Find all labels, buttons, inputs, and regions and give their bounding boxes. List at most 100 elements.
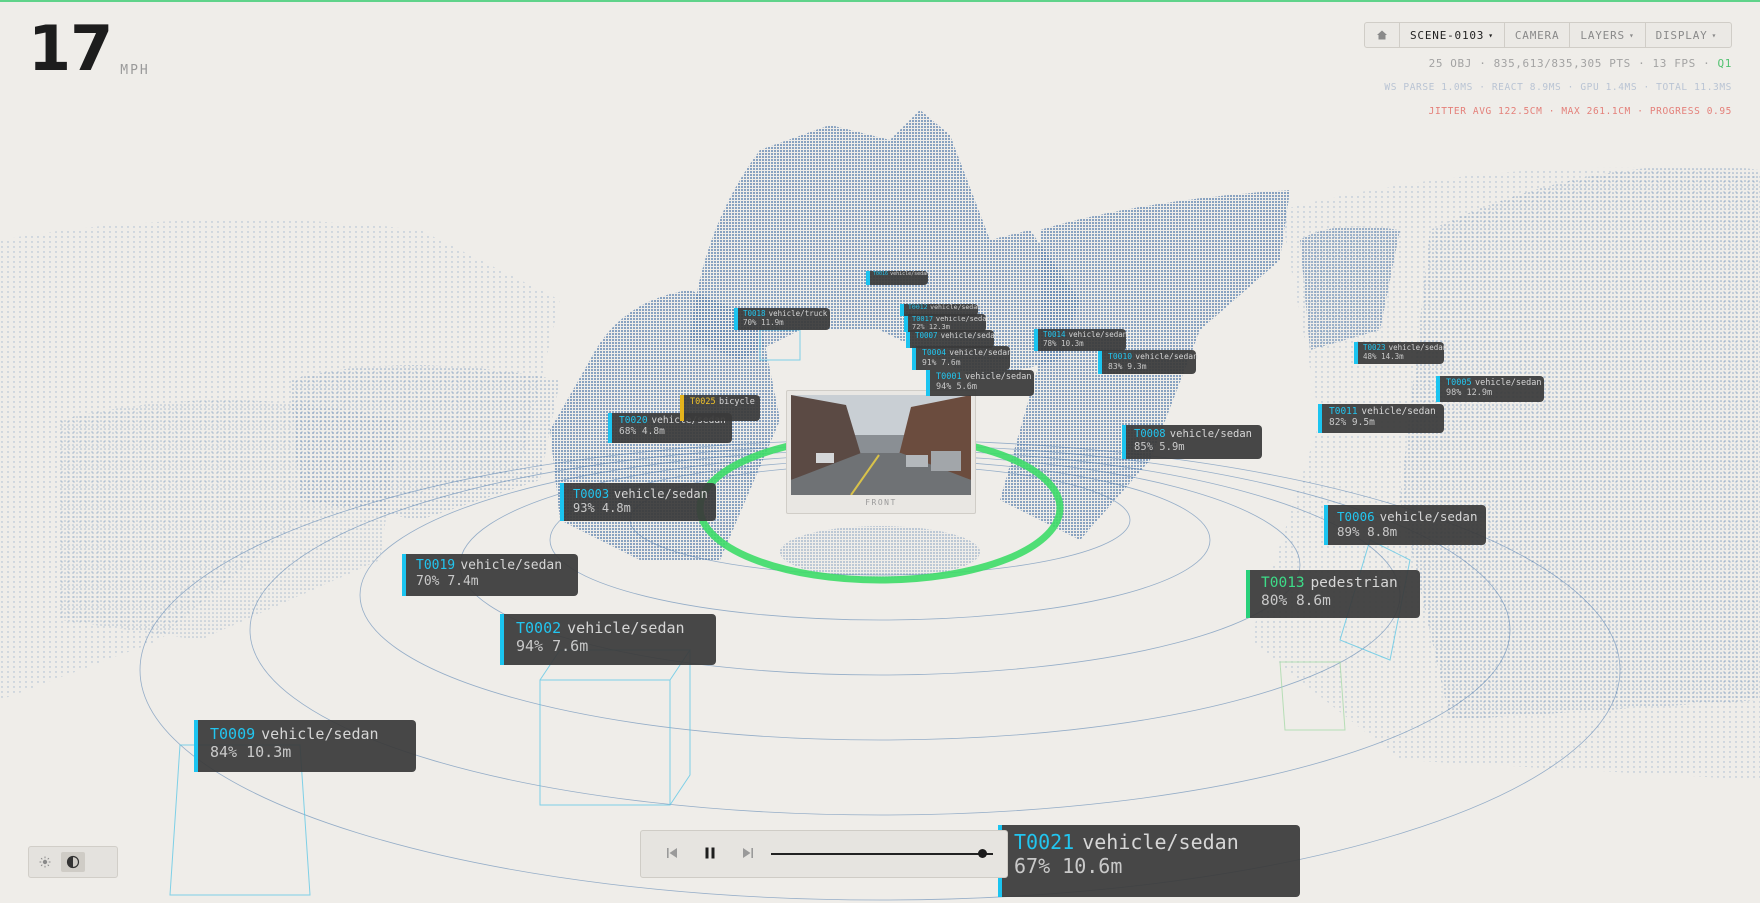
track-confidence: 85% bbox=[1134, 440, 1153, 453]
display-menu-label: DISPLAY bbox=[1655, 28, 1708, 42]
track-distance: 7.6m bbox=[941, 357, 961, 367]
track-label-t0008[interactable]: T0008 vehicle/sedan 85% 5.9m bbox=[1122, 425, 1262, 459]
track-confidence: 98% bbox=[1446, 388, 1462, 399]
scene-stats: 25 OBJ · 835,613/835,305 PTS · 13 FPS · … bbox=[1429, 57, 1732, 70]
track-distance: 10.3m bbox=[246, 743, 292, 761]
track-id: T0007 bbox=[915, 331, 938, 340]
track-id: T0016 bbox=[873, 271, 889, 277]
track-label-t0018[interactable]: T0018 vehicle/truck 70% 11.9m bbox=[734, 308, 830, 330]
pause-icon[interactable] bbox=[701, 844, 719, 862]
track-distance: 10.3m bbox=[1061, 339, 1084, 348]
track-id: T0012 bbox=[908, 303, 928, 311]
layers-menu[interactable]: LAYERS ▾ bbox=[1570, 23, 1646, 47]
track-class: vehicle/sedan bbox=[949, 348, 1012, 357]
track-id: T0004 bbox=[922, 348, 947, 357]
track-confidence: 67% bbox=[1014, 854, 1051, 878]
track-distance: 7.4m bbox=[447, 573, 479, 589]
track-class: vehicle/sedan bbox=[930, 303, 982, 311]
track-id: T0010 bbox=[1108, 352, 1133, 361]
track-label-t0023[interactable]: T0023 vehicle/sedan 48% 14.3m bbox=[1354, 342, 1447, 364]
track-distance: 9.3m bbox=[1127, 361, 1147, 371]
home-button[interactable] bbox=[1365, 23, 1400, 47]
display-menu[interactable]: DISPLAY ▾ bbox=[1646, 23, 1728, 47]
track-class: vehicle/sedan bbox=[1068, 330, 1128, 339]
track-label-t0006[interactable]: T0006 vehicle/sedan 89% 8.8m bbox=[1324, 505, 1486, 545]
contrast-icon[interactable] bbox=[61, 852, 85, 872]
jitter-stats: JITTER AVG 122.5CM · MAX 261.1CM · PROGR… bbox=[1428, 106, 1732, 117]
track-label-t0002[interactable]: T0002 vehicle/sedan 94% 7.6m bbox=[500, 614, 716, 665]
chevron-down-icon: ▾ bbox=[1628, 30, 1635, 40]
track-label-t0012[interactable]: T0012 vehicle/sedan bbox=[900, 303, 982, 316]
track-class: vehicle/sedan bbox=[1361, 406, 1436, 417]
track-distance: 10.6m bbox=[1062, 854, 1123, 878]
sun-icon[interactable] bbox=[35, 852, 55, 872]
camera-menu[interactable]: CAMERA bbox=[1505, 23, 1571, 47]
track-label-t0025[interactable]: T0025 bicycle bbox=[680, 395, 760, 421]
track-distance: 9.5m bbox=[1351, 417, 1375, 429]
track-confidence: 83% bbox=[1108, 361, 1123, 371]
track-confidence: 94% bbox=[516, 637, 544, 655]
track-id: T0021 bbox=[1014, 830, 1075, 854]
speed-value: 17 bbox=[28, 12, 113, 85]
track-distance: 8.8m bbox=[1367, 524, 1398, 539]
track-distance: 12.9m bbox=[1466, 388, 1493, 399]
track-class: vehicle/sedan bbox=[460, 558, 563, 573]
front-camera-preview[interactable]: FRONT bbox=[786, 390, 976, 514]
track-id: T0023 bbox=[1363, 343, 1386, 352]
camera-label: FRONT bbox=[865, 498, 897, 507]
track-class: vehicle/sedan bbox=[1135, 352, 1198, 361]
scene-stats-text: 25 OBJ · 835,613/835,305 PTS · 13 FPS · bbox=[1428, 57, 1718, 70]
track-label-t0011[interactable]: T0011 vehicle/sedan 82% 9.5m bbox=[1318, 404, 1444, 433]
track-distance: 7.6m bbox=[552, 637, 589, 655]
top-toolbar: SCENE-0103 ▾ CAMERA LAYERS ▾ DISPLAY ▾ bbox=[1364, 22, 1732, 48]
speed-readout: 17 MPH bbox=[28, 18, 150, 80]
track-class: vehicle/sedan bbox=[567, 619, 685, 637]
track-class: vehicle/sedan bbox=[1169, 428, 1252, 440]
track-class: vehicle/sedan bbox=[964, 372, 1032, 382]
track-label-t0019[interactable]: T0019 vehicle/sedan 70% 7.4m bbox=[402, 554, 578, 596]
timing-stats: WS PARSE 1.0MS · REACT 8.9MS · GPU 1.4MS… bbox=[1384, 82, 1732, 93]
track-distance: 5.9m bbox=[1159, 440, 1185, 453]
track-confidence: 93% bbox=[573, 501, 595, 516]
track-label-t0003[interactable]: T0003 vehicle/sedan 93% 4.8m bbox=[560, 483, 716, 521]
track-label-t0017[interactable]: T0017 vehicle/sedan 72% 12.3m bbox=[904, 314, 991, 332]
track-label-t0001[interactable]: T0001 vehicle/sedan 94% 5.6m bbox=[926, 370, 1034, 396]
track-class: bicycle bbox=[718, 397, 755, 407]
track-distance: 8.6m bbox=[1295, 593, 1331, 610]
track-label-t0007[interactable]: T0007 vehicle/sedan bbox=[906, 330, 999, 348]
camera-menu-label: CAMERA bbox=[1514, 28, 1560, 42]
track-confidence: 72% bbox=[912, 323, 925, 332]
track-id: T0003 bbox=[573, 487, 610, 501]
skip-back-icon[interactable] bbox=[663, 844, 681, 862]
track-label-t0004[interactable]: T0004 vehicle/sedan 91% 7.6m bbox=[912, 346, 1012, 370]
speed-unit: MPH bbox=[120, 63, 150, 78]
track-class: vehicle/sedan bbox=[940, 331, 1000, 340]
scrubber-handle[interactable] bbox=[977, 849, 987, 858]
scene-selector[interactable]: SCENE-0103 ▾ bbox=[1400, 23, 1505, 47]
track-id: T0001 bbox=[936, 372, 962, 382]
track-id: T0025 bbox=[690, 397, 716, 407]
track-confidence: 94% bbox=[936, 382, 952, 393]
track-confidence: 78% bbox=[1043, 339, 1057, 348]
track-distance: 12.3m bbox=[928, 323, 950, 332]
skip-forward-icon[interactable] bbox=[739, 844, 757, 862]
track-label-t0010[interactable]: T0010 vehicle/sedan 83% 9.3m bbox=[1098, 350, 1198, 374]
track-label-t0021[interactable]: T0021 vehicle/sedan 67% 10.6m bbox=[998, 825, 1300, 897]
chevron-down-icon: ▾ bbox=[1488, 30, 1494, 40]
home-icon bbox=[1377, 30, 1387, 40]
scene-selector-label: SCENE-0103 bbox=[1410, 28, 1485, 42]
track-label-t0014[interactable]: T0014 vehicle/sedan 78% 10.3m bbox=[1034, 329, 1128, 351]
track-label-t0013[interactable]: T0013 pedestrian 80% 8.6m bbox=[1246, 570, 1420, 618]
track-confidence: 70% bbox=[743, 318, 757, 327]
track-label-t0016[interactable]: T0016 vehicle/sedan bbox=[866, 271, 929, 285]
track-id: T0008 bbox=[1134, 428, 1166, 440]
track-confidence: 91% bbox=[922, 357, 937, 367]
track-confidence: 80% bbox=[1261, 593, 1288, 610]
playback-scrubber[interactable] bbox=[771, 853, 993, 855]
track-distance: 4.8m bbox=[601, 501, 631, 516]
track-class: vehicle/sedan bbox=[1082, 830, 1239, 854]
track-label-t0005[interactable]: T0005 vehicle/sedan 98% 12.9m bbox=[1436, 376, 1544, 402]
track-label-t0009[interactable]: T0009 vehicle/sedan 84% 10.3m bbox=[194, 720, 416, 772]
track-confidence: 68% bbox=[619, 426, 637, 438]
track-id: T0014 bbox=[1043, 330, 1066, 339]
